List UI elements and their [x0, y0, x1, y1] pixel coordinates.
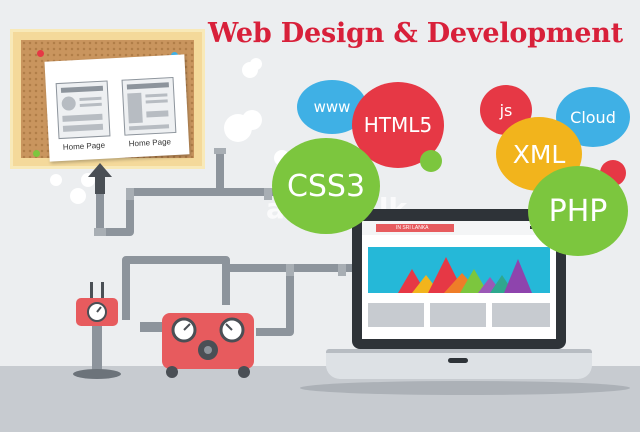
- bubble-css3-label: CSS3: [286, 168, 366, 204]
- cloud-puffs: [50, 58, 290, 204]
- bubble-www-label: www: [313, 98, 351, 116]
- bubble-cloud-label: Cloud: [570, 107, 616, 127]
- bubble-xml-label: XML: [512, 139, 566, 169]
- hero-chart: [398, 257, 532, 293]
- laptop-display: IN SRI LANKA: [362, 221, 556, 339]
- bubble-js-label: js: [499, 100, 513, 120]
- banner-strip: IN SRI LANKA: [376, 224, 454, 232]
- banner-text: IN SRI LANKA: [396, 225, 429, 231]
- content-block: [368, 303, 424, 327]
- laptop-trackpad: [448, 358, 468, 363]
- browser-bar: IN SRI LANKA: [362, 221, 556, 235]
- bubble-html5-label: HTML5: [363, 113, 433, 137]
- bubble-php-label: PHP: [548, 193, 608, 229]
- pressure-gauge-device: [73, 282, 121, 379]
- content-block: [430, 303, 486, 327]
- machine: [140, 313, 254, 378]
- bubble-css3: CSS3: [272, 138, 380, 234]
- hero-banner: [368, 247, 550, 293]
- bubble-small-green: [420, 150, 442, 172]
- bubble-php: PHP: [528, 166, 628, 256]
- laptop-base: [326, 349, 592, 379]
- content-block: [492, 303, 550, 327]
